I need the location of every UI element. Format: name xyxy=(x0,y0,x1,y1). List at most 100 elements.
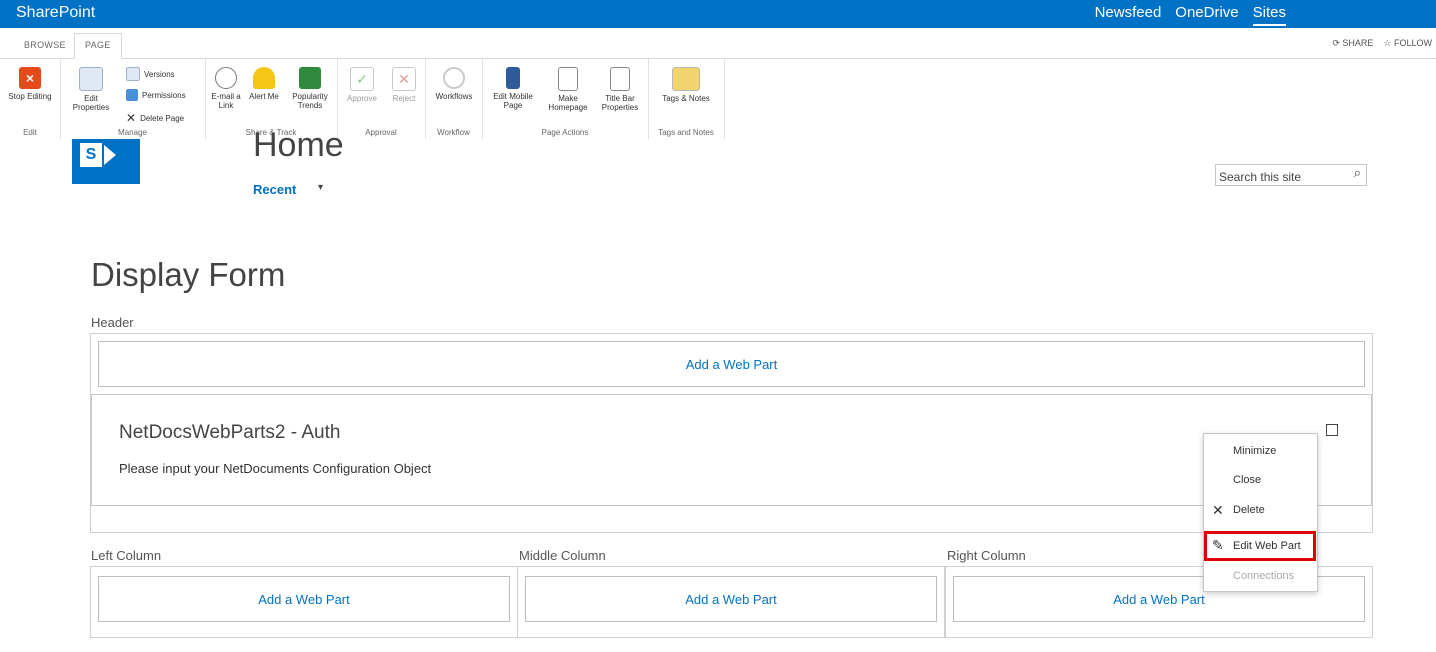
alert-me-button[interactable]: Alert Me xyxy=(249,67,279,101)
approve-icon: ✓ xyxy=(350,67,374,91)
email-link-button[interactable]: E-mail a Link xyxy=(207,67,245,110)
popularity-trends-label: Popularity Trends xyxy=(292,92,328,110)
stop-editing-label: Stop Editing xyxy=(8,92,52,101)
email-icon xyxy=(215,67,237,89)
popularity-trends-button[interactable]: Popularity Trends xyxy=(285,67,335,110)
make-homepage-button[interactable]: Make Homepage xyxy=(544,67,592,112)
search-input[interactable]: Search this site xyxy=(1219,170,1301,184)
logo-s-icon: S xyxy=(80,143,102,167)
tag-icon xyxy=(672,67,700,91)
stop-editing-button[interactable]: × Stop Editing xyxy=(2,67,58,101)
menu-item-minimize[interactable]: Minimize xyxy=(1204,440,1317,464)
right-column-label: Right Column xyxy=(947,548,1026,563)
delete-page-icon: ✕ xyxy=(126,111,137,125)
title-bar-properties-button[interactable]: Title Bar Properties xyxy=(596,67,644,112)
edit-web-part-label: Edit Web Part xyxy=(1233,540,1301,552)
share-button[interactable]: ⟳ SHARE xyxy=(1332,38,1373,49)
search-icon[interactable]: ⌕ xyxy=(1354,165,1361,181)
close-label: Close xyxy=(1233,474,1262,486)
edit-properties-button[interactable]: Edit Properties xyxy=(66,67,116,112)
versions-icon xyxy=(126,67,140,81)
edit-properties-icon xyxy=(79,67,103,91)
sites-link[interactable]: Sites xyxy=(1252,4,1287,26)
versions-label: Versions xyxy=(144,69,175,79)
newsfeed-link[interactable]: Newsfeed xyxy=(1095,4,1162,21)
versions-button[interactable]: Versions xyxy=(126,67,175,81)
group-label-manage: Manage xyxy=(118,128,147,137)
add-web-part-middle[interactable]: Add a Web Part xyxy=(525,576,937,622)
ribbon-group-manage: Edit Properties Versions Permissions ✕ D… xyxy=(60,59,206,139)
tab-browse[interactable]: BROWSE xyxy=(24,40,66,50)
header-zone-label: Header xyxy=(91,315,134,330)
left-column-label: Left Column xyxy=(91,548,162,563)
menu-item-edit-web-part[interactable]: ✎ Edit Web Part xyxy=(1204,531,1316,561)
ribbon-group-approval: ✓ Approve ✕ Reject Approval xyxy=(337,59,426,139)
follow-label: FOLLOW xyxy=(1393,38,1432,48)
ribbon-group-page-actions: Edit Mobile Page Make Homepage Title Bar… xyxy=(482,59,649,139)
edit-web-part-icon: ✎ xyxy=(1212,537,1224,553)
group-label-edit: Edit xyxy=(23,128,37,137)
menu-item-connections[interactable]: Connections xyxy=(1204,565,1317,589)
reject-icon: ✕ xyxy=(392,67,416,91)
title-bar-properties-label: Title Bar Properties xyxy=(601,94,639,112)
logo-arrow-icon xyxy=(104,145,116,165)
group-label-approval: Approval xyxy=(365,128,397,137)
title-bar-icon xyxy=(610,67,630,91)
permissions-icon xyxy=(126,89,138,101)
ribbon: × Stop Editing Edit Edit Properties Vers… xyxy=(0,59,1436,139)
approve-label: Approve xyxy=(347,94,377,103)
group-label-tags-notes: Tags and Notes xyxy=(658,128,714,137)
workflows-icon xyxy=(443,67,465,89)
menu-item-close[interactable]: Close xyxy=(1204,469,1317,493)
chevron-down-icon[interactable]: ▾ xyxy=(318,182,323,193)
star-icon: ☆ xyxy=(1383,38,1392,48)
page-title: Display Form xyxy=(91,256,286,293)
workflows-button[interactable]: Workflows xyxy=(429,67,479,101)
middle-column-label: Middle Column xyxy=(519,548,606,563)
recent-link[interactable]: Recent xyxy=(253,182,296,197)
edit-properties-label: Edit Properties xyxy=(72,94,110,112)
add-web-part-left[interactable]: Add a Web Part xyxy=(98,576,510,622)
site-title[interactable]: Home xyxy=(253,126,344,165)
delete-page-button[interactable]: ✕ Delete Page xyxy=(126,111,184,125)
excel-icon xyxy=(299,67,321,89)
permissions-label: Permissions xyxy=(142,90,186,100)
web-part-body-text: Please input your NetDocuments Configura… xyxy=(119,461,432,476)
homepage-icon xyxy=(558,67,578,91)
tab-page[interactable]: PAGE xyxy=(74,33,122,59)
delete-icon: ✕ xyxy=(1212,502,1224,518)
share-label: SHARE xyxy=(1342,38,1374,48)
permissions-button[interactable]: Permissions xyxy=(126,89,186,101)
ribbon-tab-row: BROWSE PAGE ⟳ SHARE ☆ FOLLOW xyxy=(0,28,1436,59)
connections-label: Connections xyxy=(1233,570,1295,582)
web-part-select-checkbox[interactable] xyxy=(1326,424,1338,436)
minimize-label: Minimize xyxy=(1233,445,1277,457)
bell-icon xyxy=(253,67,275,89)
mobile-icon xyxy=(506,67,520,89)
group-label-page-actions: Page Actions xyxy=(541,128,589,137)
menu-item-delete[interactable]: ✕ Delete xyxy=(1204,499,1317,523)
ribbon-group-tags-notes: Tags & Notes Tags and Notes xyxy=(648,59,725,139)
email-link-label: E-mail a Link xyxy=(211,92,241,110)
suite-links: Newsfeed OneDrive Sites xyxy=(1095,4,1287,26)
reject-button[interactable]: ✕ Reject xyxy=(387,67,421,103)
workflows-label: Workflows xyxy=(435,92,473,101)
follow-button[interactable]: ☆ FOLLOW xyxy=(1383,38,1432,49)
reject-label: Reject xyxy=(392,94,416,103)
tags-notes-label: Tags & Notes xyxy=(662,94,710,103)
add-web-part-header[interactable]: Add a Web Part xyxy=(98,341,1365,387)
brand-label[interactable]: SharePoint xyxy=(16,4,95,22)
delete-label: Delete xyxy=(1233,504,1265,516)
onedrive-link[interactable]: OneDrive xyxy=(1175,4,1238,21)
web-part-context-menu: Minimize Close ✕ Delete ✎ Edit Web Part … xyxy=(1203,433,1318,592)
sharepoint-logo[interactable]: S xyxy=(72,139,140,184)
approve-button[interactable]: ✓ Approve xyxy=(343,67,381,103)
edit-mobile-page-button[interactable]: Edit Mobile Page xyxy=(486,67,540,110)
ribbon-group-edit: × Stop Editing Edit xyxy=(0,59,61,139)
stop-editing-icon: × xyxy=(19,67,41,89)
share-icon: ⟳ xyxy=(1332,38,1340,48)
tags-notes-button[interactable]: Tags & Notes xyxy=(662,67,710,103)
search-box[interactable]: Search this site ⌕ xyxy=(1215,164,1367,186)
edit-mobile-page-label: Edit Mobile Page xyxy=(493,92,533,110)
make-homepage-label: Make Homepage xyxy=(548,94,588,112)
